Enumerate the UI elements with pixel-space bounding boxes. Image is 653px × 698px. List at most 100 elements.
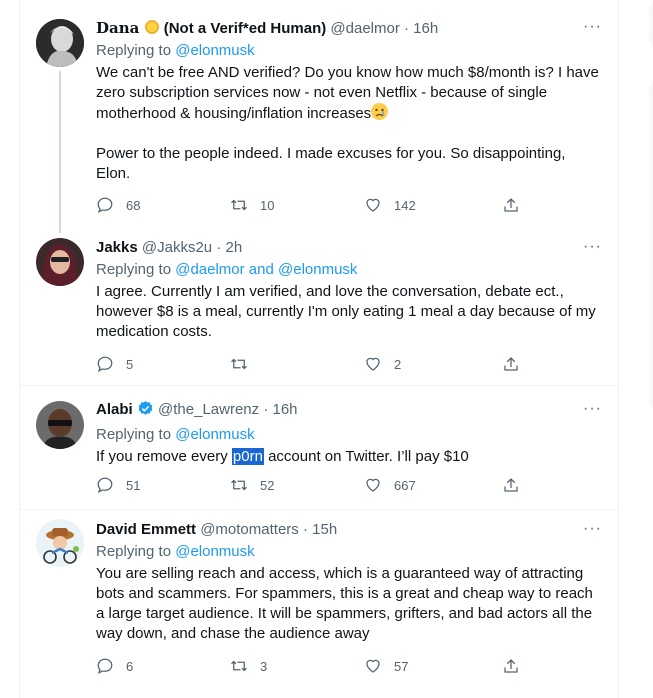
retweet-count: 52: [260, 477, 275, 493]
more-options-icon[interactable]: ···: [583, 520, 602, 538]
heart-icon: [366, 659, 380, 673]
reply-count: 6: [126, 658, 134, 674]
tweet-header: Jakks @Jakks2u · 2h: [96, 238, 601, 258]
like-button[interactable]: 142: [364, 195, 416, 215]
retweet-button[interactable]: [230, 354, 260, 374]
timestamp[interactable]: 16h: [273, 401, 298, 418]
timestamp[interactable]: 16h: [413, 20, 438, 37]
avatar[interactable]: [36, 19, 84, 67]
replying-label: Replying to: [96, 426, 172, 443]
mention-link[interactable]: @elonmusk: [175, 426, 254, 443]
replying-to: Replying to @elonmusk: [96, 542, 601, 562]
like-button[interactable]: 2: [364, 354, 401, 374]
handle[interactable]: @the_Lawrenz: [158, 401, 259, 418]
tweet-actions: 5 2: [96, 354, 536, 374]
right-sidebar: [641, 0, 653, 698]
separator: ·: [263, 401, 269, 418]
like-button[interactable]: 57: [364, 656, 408, 676]
display-name[interactable]: David Emmett: [96, 521, 196, 538]
timestamp[interactable]: 2h: [226, 239, 243, 256]
reply-count: 51: [126, 477, 141, 493]
like-count: 142: [394, 197, 416, 213]
retweet-count: 3: [260, 658, 268, 674]
avatar[interactable]: [36, 519, 84, 567]
avatar-image: [36, 19, 84, 67]
retweet-count: 10: [260, 197, 275, 213]
tweet-text: I agree. Currently I am verified, and lo…: [96, 283, 600, 340]
share-button[interactable]: [502, 475, 520, 495]
tweet-text-para2: Power to the people indeed. I made excus…: [96, 145, 570, 182]
retweet-button[interactable]: 10: [230, 195, 274, 215]
retweet-icon: [231, 199, 247, 211]
replying-label: Replying to: [96, 42, 172, 59]
mention-link[interactable]: @elonmusk: [175, 543, 254, 560]
handle[interactable]: @Jakks2u: [142, 239, 212, 256]
replying-to: Replying to @elonmusk: [96, 41, 601, 61]
tweet-header: Dana (Not a Verif*ed Human) @daelmor · 1…: [96, 18, 601, 39]
mention-link[interactable]: @daelmor and @elonmusk: [175, 261, 357, 278]
reply-button[interactable]: 68: [96, 195, 140, 215]
tweet-actions: 68 10 142: [96, 195, 536, 215]
reply-icon: [97, 477, 113, 493]
heart-icon: [366, 478, 380, 492]
share-button[interactable]: [502, 354, 520, 374]
display-name[interactable]: Alabi: [96, 401, 133, 418]
tweet-alabi[interactable]: Alabi @the_Lawrenz · 16h Replying to @el…: [20, 386, 618, 509]
avatar-image: [36, 401, 84, 449]
tweet-header: Alabi @the_Lawrenz · 16h: [96, 400, 601, 423]
tweet-text-after: account on Twitter. I’ll pay $10: [263, 448, 469, 465]
retweet-button[interactable]: 52: [230, 475, 274, 495]
sidebar-card: [649, 80, 653, 410]
display-name-suffix[interactable]: (Not a Verif*ed Human): [164, 20, 327, 37]
tweet-actions: 51 52 667: [96, 475, 536, 495]
sun-emoji-icon: [143, 19, 160, 35]
replying-to: Replying to @daelmor and @elonmusk: [96, 260, 601, 280]
share-button[interactable]: [502, 195, 520, 215]
separator: ·: [216, 239, 222, 256]
more-options-icon[interactable]: ···: [583, 400, 602, 418]
share-icon: [504, 198, 518, 212]
display-name[interactable]: Jakks: [96, 239, 138, 256]
share-button[interactable]: [502, 656, 520, 676]
timestamp[interactable]: 15h: [312, 521, 337, 538]
share-icon: [504, 357, 518, 371]
display-name[interactable]: Dana: [96, 19, 139, 37]
tweet-text: You are selling reach and access, which …: [96, 565, 598, 642]
retweet-icon: [231, 479, 247, 491]
separator: ·: [302, 521, 308, 538]
retweet-icon: [231, 660, 247, 672]
sad-face-emoji-icon: [371, 103, 389, 120]
retweet-button[interactable]: 3: [230, 656, 267, 676]
share-icon: [504, 659, 518, 673]
reply-button[interactable]: 5: [96, 354, 133, 374]
avatar[interactable]: [36, 238, 84, 286]
tweet-david-emmett[interactable]: David Emmett @motomatters · 15h Replying…: [20, 510, 618, 698]
replying-to: Replying to @elonmusk: [96, 425, 601, 445]
tweet-text-line: We can't be free AND verified? Do you kn…: [96, 64, 604, 122]
reply-count: 68: [126, 197, 141, 213]
reply-count: 5: [126, 356, 134, 372]
tweet-dana[interactable]: Dana (Not a Verif*ed Human) @daelmor · 1…: [20, 0, 618, 233]
heart-icon: [366, 198, 380, 212]
replying-label: Replying to: [96, 543, 172, 560]
verified-badge-icon: [137, 400, 154, 423]
selected-text[interactable]: p0rn: [231, 448, 264, 465]
thread-line: [59, 71, 61, 233]
replying-label: Replying to: [96, 261, 172, 278]
more-options-icon[interactable]: ···: [583, 18, 602, 36]
tweet-header: David Emmett @motomatters · 15h: [96, 520, 601, 540]
reply-button[interactable]: 6: [96, 656, 133, 676]
mention-link[interactable]: @elonmusk: [175, 42, 254, 59]
handle[interactable]: @motomatters: [200, 521, 299, 538]
avatar[interactable]: [36, 401, 84, 449]
tweet-feed: Dana (Not a Verif*ed Human) @daelmor · 1…: [19, 0, 619, 698]
handle[interactable]: @daelmor: [330, 20, 399, 37]
retweet-icon: [231, 358, 247, 370]
more-options-icon[interactable]: ···: [583, 238, 602, 256]
reply-button[interactable]: 51: [96, 475, 140, 495]
like-button[interactable]: 667: [364, 475, 416, 495]
separator: ·: [404, 20, 409, 37]
reply-icon: [97, 658, 113, 674]
tweet-jakks[interactable]: Jakks @Jakks2u · 2h Replying to @daelmor…: [20, 233, 618, 385]
like-count: 667: [394, 477, 416, 493]
